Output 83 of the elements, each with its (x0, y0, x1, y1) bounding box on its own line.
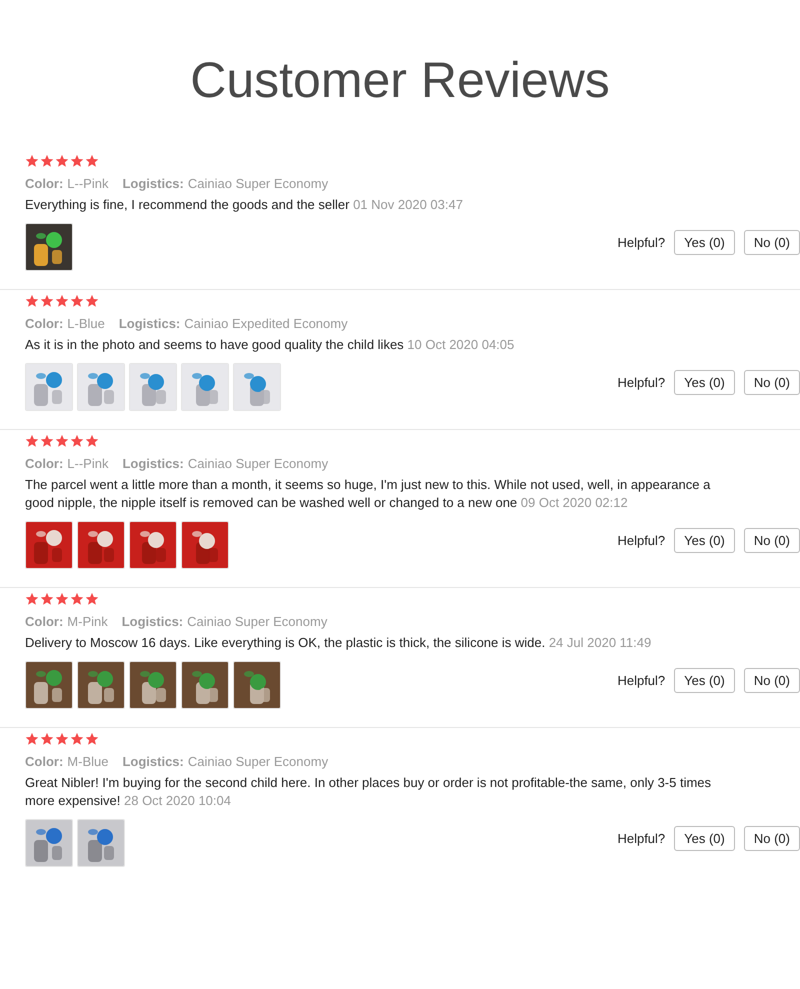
no-button[interactable]: No (0) (744, 230, 800, 254)
logistics-value: Cainiao Super Economy (188, 176, 328, 191)
color-value: L-Blue (67, 316, 105, 331)
review-text: As it is in the photo and seems to have good quality the child likes 10 Oct 2020 04:05 (25, 336, 516, 354)
star-icon (55, 732, 69, 746)
photo-thumbnail[interactable] (129, 363, 177, 411)
photo-thumbnail[interactable] (25, 819, 73, 867)
review-text: Delivery to Moscow 16 days. Like everything is OK, the plastic is thick, the silicone is wide. 24 Jul 2020 11:49 (25, 634, 652, 652)
helpful-label: Helpful? (617, 532, 666, 548)
logistics-value: Cainiao Expedited Economy (184, 316, 348, 331)
star-icon (85, 294, 99, 308)
star-icon (55, 592, 69, 606)
color-value: M-Pink (67, 614, 108, 629)
star-icon (25, 294, 39, 308)
page-title: Customer Reviews (189, 51, 611, 110)
review-text: The parcel went a little more than a month, it seems so huge, I'm just new to this. While not used, well, in appearance a good nipple, the nipple itself is removed can be washed well or changed to a new one 09 Oct 2020 02:12 (25, 476, 712, 512)
no-button[interactable]: No (0) (744, 826, 800, 850)
review-text: Everything is fine, I recommend the goods and the seller 01 Nov 2020 03:47 (25, 196, 464, 214)
star-icon (70, 732, 84, 746)
star-icon (25, 434, 39, 448)
star-icon (70, 154, 84, 168)
photo-thumbnail[interactable] (25, 363, 73, 411)
star-icon (55, 154, 69, 168)
star-icon (25, 154, 39, 168)
helpful-label: Helpful? (617, 374, 666, 390)
photo-thumbnail[interactable] (77, 819, 125, 867)
logistics-label: Logistics: (122, 614, 184, 629)
star-icon (55, 294, 69, 308)
logistics-label: Logistics: (122, 176, 184, 191)
yes-button[interactable]: Yes (0) (674, 370, 735, 394)
logistics-value: Cainiao Super Economy (187, 614, 328, 629)
star-icon (85, 732, 99, 746)
review-text: Great Nibler! I'm buying for the second child here. In other places buy or order is not profitable-the same, only 3-5 times more expensive! 28 Oct 2020 10:04 (25, 774, 712, 810)
star-icon (40, 592, 54, 606)
logistics-label: Logistics: (122, 754, 184, 769)
color-label: Color: (25, 316, 64, 331)
photo-thumbnail[interactable] (25, 223, 73, 271)
star-icon (55, 434, 69, 448)
yes-button[interactable]: Yes (0) (674, 528, 735, 552)
photo-thumbnail[interactable] (77, 521, 125, 569)
photo-thumbnail[interactable] (233, 661, 281, 709)
color-label: Color: (25, 176, 64, 191)
yes-button[interactable]: Yes (0) (674, 230, 735, 254)
photo-thumbnail[interactable] (25, 521, 73, 569)
star-icon (40, 732, 54, 746)
star-icon (40, 154, 54, 168)
logistics-label: Logistics: (118, 316, 180, 331)
helpful-label: Helpful? (617, 234, 666, 250)
color-value: L--Pink (67, 176, 108, 191)
logistics-value: Cainiao Super Economy (188, 754, 328, 769)
color-value: L--Pink (67, 456, 108, 471)
star-icon (85, 592, 99, 606)
yes-button[interactable]: Yes (0) (674, 826, 735, 850)
star-icon (85, 154, 99, 168)
star-icon (25, 732, 39, 746)
helpful-label: Helpful? (617, 830, 666, 846)
no-button[interactable]: No (0) (744, 528, 800, 552)
star-icon (40, 434, 54, 448)
photo-thumbnail[interactable] (129, 521, 177, 569)
photo-thumbnail[interactable] (25, 661, 73, 709)
photo-thumbnail[interactable] (129, 661, 177, 709)
photo-thumbnail[interactable] (77, 661, 125, 709)
color-label: Color: (25, 614, 64, 629)
helpful-label: Helpful? (617, 672, 666, 688)
photo-thumbnail[interactable] (181, 363, 229, 411)
color-label: Color: (25, 456, 64, 471)
star-icon (85, 434, 99, 448)
no-button[interactable]: No (0) (744, 668, 800, 692)
star-icon (70, 434, 84, 448)
star-icon (40, 294, 54, 308)
logistics-value: Cainiao Super Economy (188, 456, 328, 471)
yes-button[interactable]: Yes (0) (674, 668, 735, 692)
photo-thumbnail[interactable] (181, 661, 229, 709)
star-icon (25, 592, 39, 606)
star-icon (70, 294, 84, 308)
photo-thumbnail[interactable] (77, 363, 125, 411)
color-value: M-Blue (67, 754, 108, 769)
photo-thumbnail[interactable] (181, 521, 229, 569)
logistics-label: Logistics: (122, 456, 184, 471)
color-label: Color: (25, 754, 64, 769)
photo-thumbnail[interactable] (233, 363, 281, 411)
star-icon (70, 592, 84, 606)
no-button[interactable]: No (0) (744, 370, 800, 394)
